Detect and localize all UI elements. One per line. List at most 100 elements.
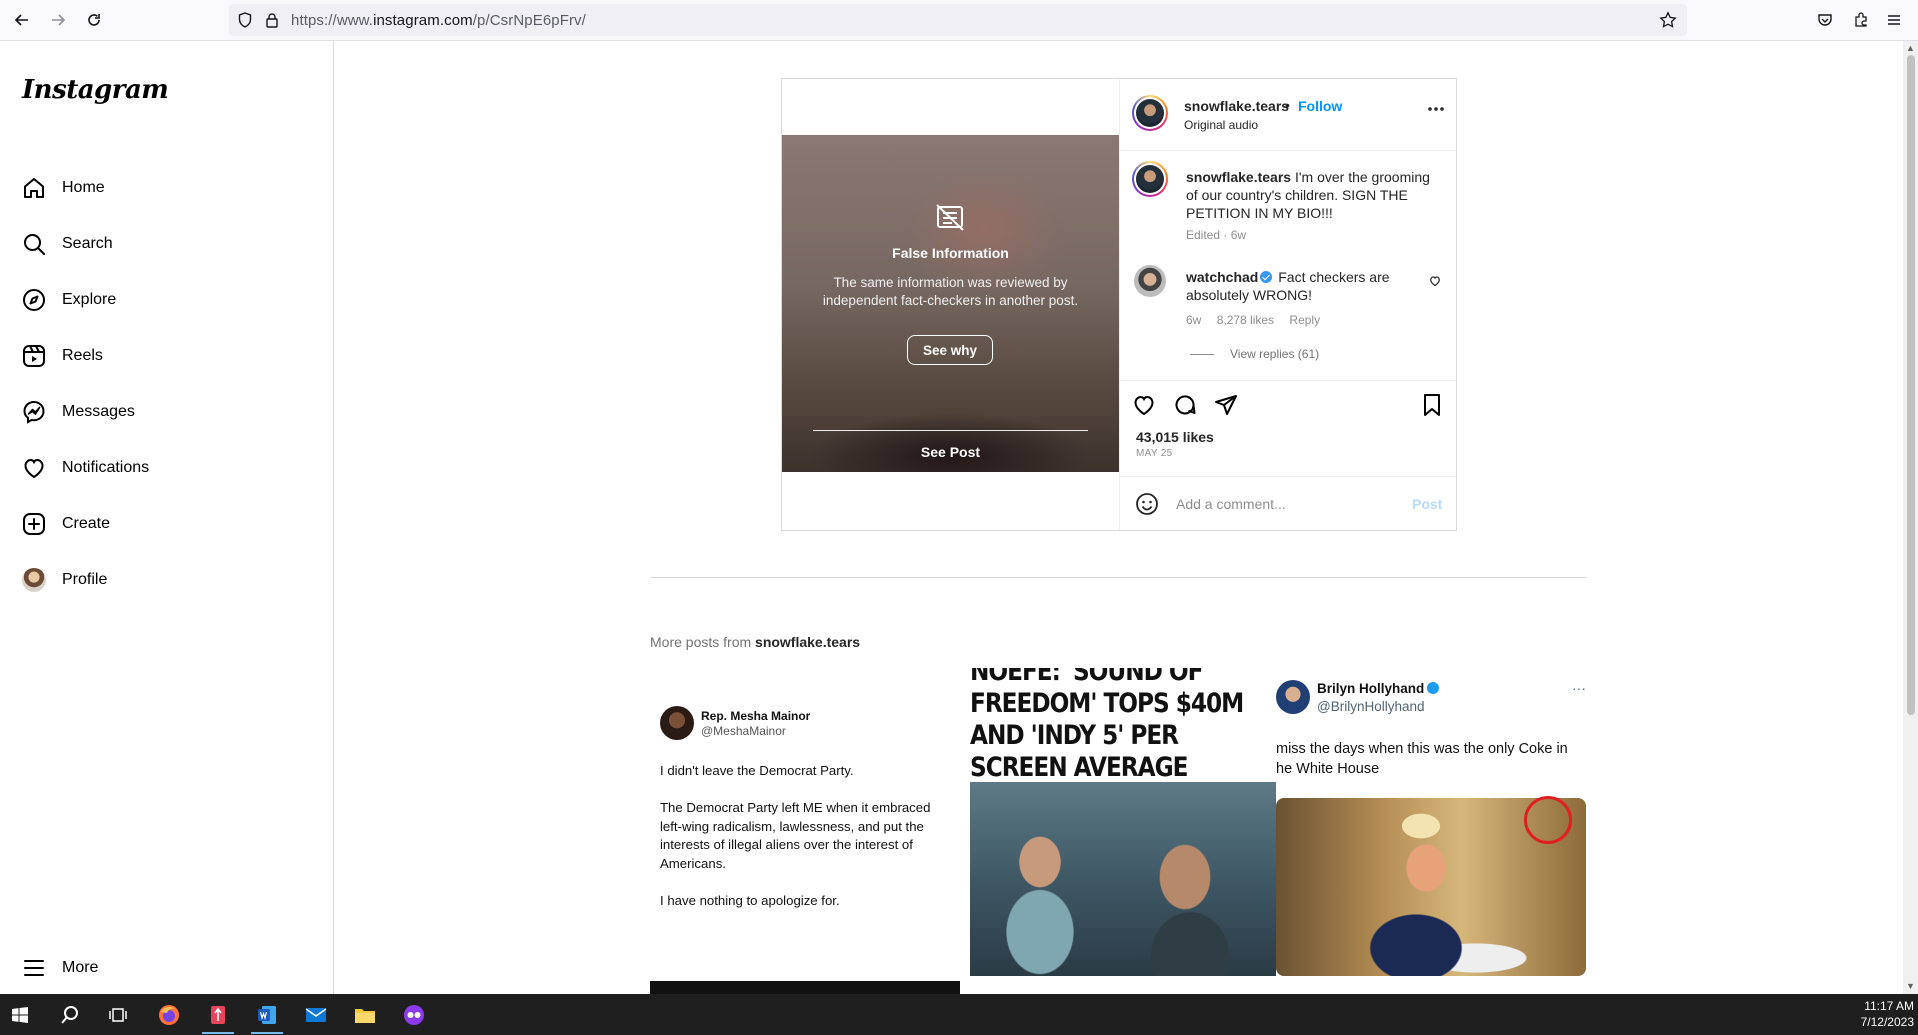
author-avatar[interactable] <box>1132 95 1168 131</box>
task-view-icon[interactable] <box>98 999 138 1031</box>
red-highlight-circle <box>1524 796 1572 844</box>
tracking-shield-icon[interactable] <box>238 12 252 28</box>
reels-icon <box>20 342 48 370</box>
caption-username[interactable]: snowflake.tears <box>1186 169 1291 185</box>
page-scrollbar[interactable]: ▲ ▼ <box>1903 41 1918 994</box>
forward-arrow-icon[interactable] <box>46 8 70 32</box>
sidebar-item-search[interactable]: Search <box>20 224 320 264</box>
tweet-author-handle: @BrilynHollyhand <box>1317 699 1425 714</box>
comment-bubble-icon[interactable] <box>1173 393 1197 417</box>
back-arrow-icon[interactable] <box>10 8 34 32</box>
reload-icon[interactable] <box>82 8 106 32</box>
sidebar-item-label: Explore <box>62 291 117 308</box>
address-bar[interactable]: https://www.instagram.com/p/CsrNpE6pFrv/ <box>229 4 1687 36</box>
scroll-up-arrow-icon[interactable]: ▲ <box>1906 43 1915 53</box>
next-image-strip <box>650 981 960 994</box>
lock-icon[interactable] <box>265 12 279 28</box>
more-posts-label: More posts from <box>650 634 756 650</box>
browser-toolbar: https://www.instagram.com/p/CsrNpE6pFrv/ <box>0 0 1918 41</box>
sidebar-item-label: Reels <box>62 347 103 364</box>
follow-button[interactable]: Follow <box>1298 98 1342 114</box>
windows-start-icon[interactable] <box>0 999 40 1031</box>
more-options-icon[interactable] <box>1427 106 1445 112</box>
comment-likes[interactable]: 8,278 likes <box>1217 313 1274 327</box>
tweet-body: miss the days when this was the only Cok… <box>1276 741 1568 777</box>
sidebar-item-label: Search <box>62 235 113 252</box>
original-audio-link[interactable]: Original audio <box>1184 118 1258 132</box>
comment-age: 6w <box>1186 313 1202 327</box>
avatar <box>22 568 46 592</box>
verified-badge-icon <box>1427 682 1440 694</box>
share-paper-plane-icon[interactable] <box>1214 393 1238 417</box>
caption-avatar[interactable] <box>1132 161 1168 197</box>
sidebar-item-messages[interactable]: Messages <box>20 392 320 432</box>
view-replies-button[interactable]: View replies (61) <box>1190 347 1319 361</box>
see-why-button[interactable]: See why <box>907 335 993 365</box>
likes-count[interactable]: 43,015 likes <box>1136 429 1214 445</box>
post-date: MAY 25 <box>1136 448 1173 459</box>
word-icon[interactable] <box>247 999 287 1034</box>
comment-input[interactable]: Add a comment... <box>1176 496 1286 512</box>
comment-text: watchchad Fact checkers are absolutely W… <box>1186 268 1422 304</box>
post-side-panel: snowflake.tears • Follow Original audio … <box>1120 79 1456 530</box>
sidebar-item-profile[interactable]: Profile <box>20 560 320 600</box>
plus-square-icon <box>20 510 48 538</box>
author-username[interactable]: snowflake.tears <box>1184 98 1289 114</box>
post-card: False Information The same information w… <box>781 78 1457 531</box>
sidebar-item-notifications[interactable]: Notifications <box>20 448 320 488</box>
mail-icon[interactable] <box>296 999 336 1031</box>
overlay-title: False Information <box>892 245 1009 261</box>
firefox-icon[interactable] <box>149 999 189 1031</box>
sidebar-item-home[interactable]: Home <box>20 168 320 208</box>
grid-post-tile[interactable]: Rep. Mesha Mainor @MeshaMainor I didn't … <box>650 668 960 994</box>
more-posts-username[interactable]: snowflake.tears <box>755 634 860 650</box>
windows-taskbar: 11:17 AM 7/12/2023 <box>0 994 1918 1035</box>
tweet-author-name: Rep. Mesha Mainor <box>701 709 811 723</box>
replies-line <box>1190 353 1214 355</box>
pocket-icon[interactable] <box>1813 8 1837 32</box>
sidebar-item-reels[interactable]: Reels <box>20 336 320 376</box>
sidebar-item-create[interactable]: Create <box>20 504 320 544</box>
sidebar-item-label: Home <box>62 179 105 196</box>
overlay-description: The same information was reviewed by ind… <box>822 275 1079 308</box>
grid-post-tile[interactable]: NOEFE: 'SOUND OF FREEDOM' TOPS $40M AND … <box>970 668 1280 994</box>
app-menu-icon[interactable] <box>1882 8 1906 32</box>
see-post-button[interactable]: See Post <box>782 444 1119 460</box>
verified-badge-icon <box>1260 271 1273 283</box>
system-clock[interactable]: 11:17 AM 7/12/2023 <box>1860 998 1914 1030</box>
comment-like-heart-icon[interactable] <box>1429 275 1441 287</box>
scroll-down-arrow-icon[interactable]: ▼ <box>1906 981 1915 991</box>
sidebar-item-label: Create <box>62 515 111 532</box>
extensions-icon[interactable] <box>1849 8 1873 32</box>
overlay-divider <box>813 430 1088 431</box>
extension-app-icon[interactable] <box>394 999 434 1031</box>
commenter-avatar[interactable] <box>1134 265 1166 297</box>
file-explorer-icon[interactable] <box>345 999 385 1031</box>
home-icon <box>20 174 48 202</box>
tweet-avatar <box>660 706 694 740</box>
instagram-sidebar: Instagram Home Search Explore Reels Mess… <box>0 41 334 994</box>
url-text: https://www.instagram.com/p/CsrNpE6pFrv/ <box>291 12 586 29</box>
clock-date: 7/12/2023 <box>1860 1015 1914 1029</box>
post-comment-button[interactable]: Post <box>1412 496 1442 512</box>
instagram-logo[interactable]: Instagram <box>22 75 169 105</box>
hamburger-menu-icon <box>20 954 48 982</box>
scrollbar-thumb[interactable] <box>1907 55 1915 715</box>
compass-icon <box>20 286 48 314</box>
snipping-tool-icon[interactable] <box>198 999 238 1034</box>
save-bookmark-icon[interactable] <box>1420 393 1444 417</box>
bookmark-star-icon[interactable] <box>1659 11 1677 29</box>
tweet-avatar <box>1276 680 1310 714</box>
commenter-username[interactable]: watchchad <box>1186 269 1258 285</box>
messenger-icon <box>20 398 48 426</box>
sidebar-item-label: More <box>62 959 99 976</box>
sidebar-item-more[interactable]: More <box>20 948 320 988</box>
view-replies-label: View replies (61) <box>1230 347 1320 361</box>
like-heart-icon[interactable] <box>1132 393 1156 417</box>
actions-divider <box>1120 380 1456 381</box>
grid-post-tile[interactable]: Brilyn Hollyhand @BrilynHollyhand ··· mi… <box>1276 668 1586 994</box>
reply-button[interactable]: Reply <box>1289 313 1320 327</box>
sidebar-item-explore[interactable]: Explore <box>20 280 320 320</box>
emoji-icon[interactable] <box>1135 492 1159 516</box>
search-icon[interactable] <box>50 999 90 1031</box>
